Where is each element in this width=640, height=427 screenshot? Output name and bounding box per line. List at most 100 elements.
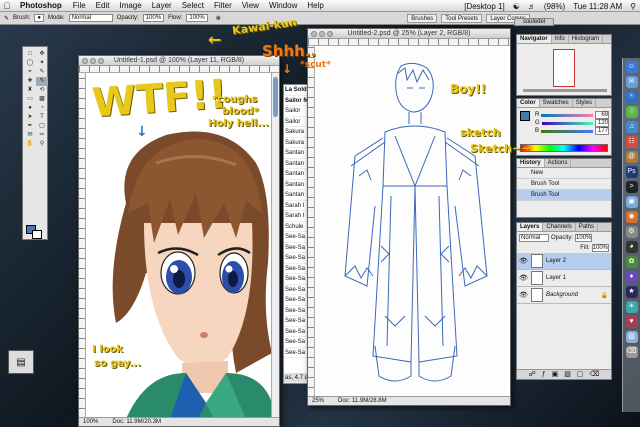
minimize-icon[interactable]	[90, 58, 96, 64]
visibility-eye-icon[interactable]: 👁	[519, 257, 528, 265]
background-color-swatch[interactable]	[32, 230, 42, 239]
opacity-field[interactable]: 100%	[142, 14, 165, 22]
tab-brushes[interactable]: Brushes	[407, 13, 438, 23]
airbrush-icon[interactable]: ✻	[216, 15, 221, 22]
slice-tool-icon[interactable]: ✎	[36, 68, 48, 77]
navigator-preview[interactable]	[553, 49, 575, 87]
tab-tool-presets[interactable]: Tool Presets	[441, 13, 483, 23]
lasso-tool-icon[interactable]: ◯	[24, 59, 36, 68]
menu-layer[interactable]: Layer	[147, 1, 177, 10]
safari-icon[interactable]: ☉	[625, 91, 638, 103]
clock[interactable]: Tue 11:28 AM	[573, 2, 622, 11]
visibility-eye-icon[interactable]: 👁	[519, 291, 528, 299]
brush-tool-icon-selected[interactable]: ✎	[36, 77, 48, 86]
documents-folder-icon[interactable]: ▧	[625, 331, 638, 343]
doc-size-info[interactable]: Doc: 11.9M/28.8M	[338, 397, 387, 405]
document-1-titlebar[interactable]: Untitled-1.psd @ 100% (Layer 11, RGB/8)	[79, 56, 279, 66]
green-value[interactable]: 120	[595, 119, 609, 127]
tab-styles[interactable]: Styles	[573, 99, 597, 107]
history-item-brush-tool[interactable]: Brush Tool	[517, 190, 611, 201]
app-icon[interactable]: ★	[625, 286, 638, 298]
close-icon[interactable]	[311, 31, 317, 37]
folder-icon[interactable]: ▧	[564, 370, 571, 379]
tab-history[interactable]: History	[517, 159, 545, 167]
history-item-new[interactable]: New	[517, 168, 611, 179]
eyedropper-tool-icon[interactable]: ✑	[36, 131, 48, 140]
color-spectrum-bar[interactable]	[520, 144, 608, 152]
scroll-thumb[interactable]	[273, 77, 278, 117]
calendar-icon[interactable]: ☷	[625, 136, 638, 148]
finder-icon[interactable]: ☺	[625, 61, 638, 73]
photoshop-icon[interactable]: Ps	[625, 166, 638, 178]
itunes-icon[interactable]: ♫	[625, 121, 638, 133]
pen-tool-icon[interactable]: ✒	[24, 122, 36, 131]
apple-menu-icon[interactable]: 	[0, 1, 14, 11]
gradient-tool-icon[interactable]: ▩	[36, 95, 48, 104]
brush-preset-picker[interactable]: ●	[34, 14, 44, 22]
eraser-tool-icon[interactable]: ▭	[24, 95, 36, 104]
app-icon[interactable]: ✿	[625, 256, 638, 268]
navigator-zoom-slider[interactable]	[523, 89, 607, 92]
mail-icon[interactable]: ✉	[625, 76, 638, 88]
blend-mode-select[interactable]: Normal	[519, 233, 549, 242]
doc-size-info[interactable]: Doc: 11.9M/20.3M	[112, 418, 161, 426]
vertical-scrollbar[interactable]	[271, 73, 279, 417]
stamp-tool-icon[interactable]: ♜	[24, 86, 36, 95]
dodge-tool-icon[interactable]: ◔	[36, 104, 48, 113]
tab-info[interactable]: Info	[552, 35, 569, 43]
address-book-icon[interactable]: @	[625, 151, 638, 163]
type-tool-icon[interactable]: T	[36, 113, 48, 122]
tab-histogram[interactable]: Histogram	[569, 35, 604, 43]
trash-icon[interactable]: ⌫	[589, 370, 599, 379]
terminal-icon[interactable]: >	[625, 181, 638, 193]
tab-layers[interactable]: Layers	[517, 223, 544, 231]
flow-field[interactable]: 100%	[186, 14, 208, 22]
menu-select[interactable]: Select	[177, 1, 209, 10]
dashboard-icon[interactable]: ◕	[625, 241, 638, 253]
app-icon[interactable]: ☀	[625, 301, 638, 313]
path-selection-tool-icon[interactable]: ➤	[24, 113, 36, 122]
hand-tool-icon[interactable]: ✋	[24, 140, 36, 149]
wifi-icon[interactable]: ☯	[513, 2, 520, 11]
trash-dock-icon[interactable]: ⌫	[625, 346, 638, 358]
menu-file[interactable]: File	[68, 1, 91, 10]
layer-row[interactable]: 👁 Layer 2	[517, 253, 611, 270]
close-icon[interactable]	[82, 58, 88, 64]
history-brush-tool-icon[interactable]: ⟲	[36, 86, 48, 95]
zoom-icon[interactable]	[98, 58, 104, 64]
zoom-tool-icon[interactable]: ⚲	[36, 140, 48, 149]
volume-icon[interactable]: ♬	[528, 2, 536, 11]
history-item-brush-tool[interactable]: Brush Tool	[517, 179, 611, 190]
menu-help[interactable]: Help	[302, 1, 328, 10]
tab-color[interactable]: Color	[517, 99, 540, 107]
menu-window[interactable]: Window	[264, 1, 302, 10]
background-window-tab[interactable]: souledel	[514, 18, 554, 26]
foreground-color-chip[interactable]	[520, 111, 530, 121]
zoom-level[interactable]: 25%	[312, 397, 324, 405]
notes-tool-icon[interactable]: ✉	[24, 131, 36, 140]
document-2-titlebar[interactable]: Untitled-2.psd @ 25% (Layer 2, RGB/8)	[308, 29, 510, 39]
magic-wand-tool-icon[interactable]: ✦	[36, 59, 48, 68]
menu-view[interactable]: View	[237, 1, 264, 10]
minimize-icon[interactable]	[319, 31, 325, 37]
layer-style-icon[interactable]: ƒ	[542, 370, 546, 379]
blur-tool-icon[interactable]: ●	[24, 104, 36, 113]
mode-select[interactable]: Normal	[68, 14, 113, 22]
new-layer-icon[interactable]: ▢	[577, 370, 584, 379]
spotlight-icon[interactable]: ⚲	[630, 2, 636, 11]
battery-status[interactable]: (98%)	[544, 2, 565, 11]
tab-channels[interactable]: Channels	[543, 223, 576, 231]
layer-opacity-field[interactable]: 100%	[575, 233, 593, 242]
desktop-switcher[interactable]: [Desktop 1]	[464, 2, 504, 11]
red-slider[interactable]	[541, 113, 593, 117]
red-value[interactable]: 69	[595, 111, 609, 119]
app-menu[interactable]: Photoshop	[14, 1, 68, 10]
app-icon[interactable]: ♥	[625, 316, 638, 328]
minimized-window-icon[interactable]: ▤	[8, 350, 34, 374]
system-prefs-icon[interactable]: ⚙	[625, 226, 638, 238]
ichat-icon[interactable]: ☃	[625, 106, 638, 118]
menu-filter[interactable]: Filter	[209, 1, 237, 10]
menu-image[interactable]: Image	[114, 1, 146, 10]
tab-navigator[interactable]: Navigator	[517, 35, 552, 43]
blue-slider[interactable]	[541, 129, 593, 133]
